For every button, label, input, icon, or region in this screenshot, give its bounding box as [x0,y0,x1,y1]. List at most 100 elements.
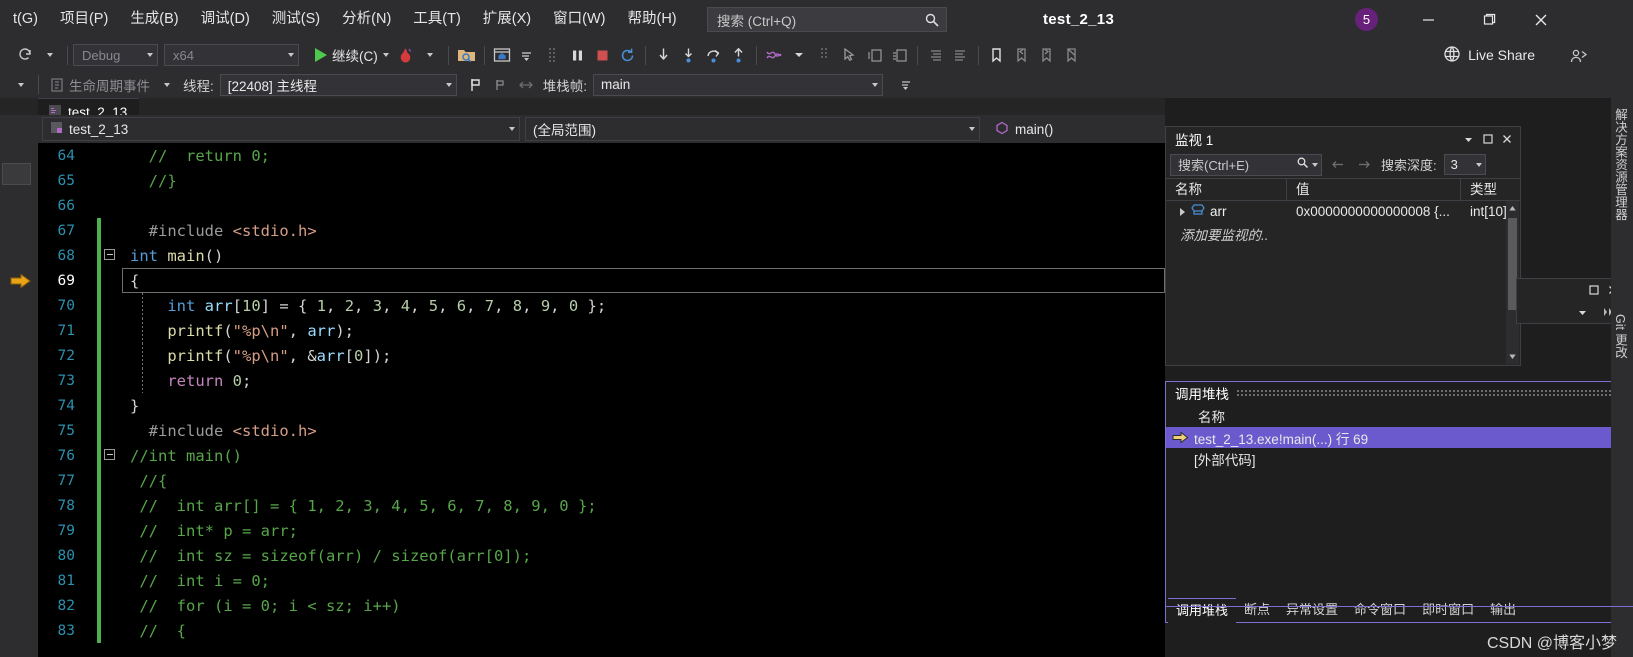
watch-row[interactable]: arr 0x0000000000000008 {... int[10] [1166,201,1520,223]
code-line[interactable]: 74} [38,393,1165,418]
menu-item-2[interactable]: 生成(B) [119,0,189,39]
menu-item-4[interactable]: 测试(S) [261,0,331,39]
snippet-icon[interactable] [862,43,887,67]
indent-icon[interactable] [923,43,948,67]
close-button[interactable] [1518,0,1564,39]
stackframe-combo[interactable]: main [593,73,884,96]
code-line[interactable]: 68 int main() [38,243,1165,268]
code-line[interactable]: 73 return 0; [38,368,1165,393]
fold-collapse-icon[interactable] [104,449,115,460]
navbar-member-combo[interactable]: main() [985,121,1053,138]
code-line[interactable]: 67 #include <stdio.h> [38,218,1165,243]
link-icon[interactable] [514,73,539,97]
menu-item-8[interactable]: 窗口(W) [542,0,616,39]
step-into-icon[interactable] [651,43,676,67]
watch-panel-close-button[interactable] [1497,130,1516,149]
global-search-input[interactable]: 搜索 (Ctrl+Q) [707,7,947,32]
bookmark-prev-icon[interactable] [1009,43,1034,67]
watch-search-input[interactable]: 搜索(Ctrl+E) [1170,153,1322,176]
platform-combo[interactable]: x64 [164,44,299,66]
threads-dropdown[interactable] [787,43,812,67]
floating-dropdown-button[interactable] [1573,303,1592,322]
folder-search-icon[interactable] [454,43,479,67]
hot-reload-flame-icon[interactable] [393,43,418,67]
code-line[interactable]: 82 // for (i = 0; i < sz; i++) [38,593,1165,618]
bottom-tab-5[interactable]: 输出 [1482,598,1524,622]
watch-row-name-cell[interactable]: arr [1166,201,1287,223]
code-line[interactable]: 77 //{ [38,468,1165,493]
flag-icon[interactable] [464,73,489,97]
flag-small-icon[interactable] [489,73,514,97]
floating-maximize-button[interactable] [1584,281,1603,300]
watch-search-next-button[interactable] [1355,155,1374,174]
bottom-tab-0[interactable]: 调用堆栈 [1168,597,1237,623]
pause-icon[interactable] [565,43,590,67]
search-depth-combo[interactable]: 3 [1443,154,1486,175]
notification-badge[interactable]: 5 [1355,8,1378,31]
code-line[interactable]: 80 // int sz = sizeof(arr) / sizeof(arr[… [38,543,1165,568]
code-line[interactable]: 65 //} [38,168,1165,193]
call-stack-column-name[interactable]: 名称 [1166,404,1632,427]
minimize-button[interactable] [1405,0,1451,39]
scroll-down-icon[interactable] [1506,349,1519,364]
step-up-icon[interactable] [726,43,751,67]
lifecycle-dropdown[interactable] [154,73,179,97]
call-stack-row-external[interactable]: [外部代码] [1166,448,1632,469]
menu-item-1[interactable]: 项目(P) [49,0,119,39]
thread-combo[interactable]: [22408] 主线程 [219,73,457,96]
stop-square-icon[interactable] [590,43,615,67]
debug-toolbar-overflow[interactable] [8,73,33,97]
bottom-tab-3[interactable]: 命令窗口 [1346,598,1414,622]
vertical-tab-git-changes[interactable]: Git 更改 [1611,306,1633,366]
bottom-tab-4[interactable]: 即时窗口 [1414,598,1482,622]
continue-button[interactable]: 继续(C) [309,43,393,67]
live-share-button[interactable]: Live Share [1443,43,1535,67]
bookmark-next-icon[interactable] [1034,43,1059,67]
watch-row-value[interactable]: 0x0000000000000008 {... [1287,201,1461,223]
pointer-icon[interactable] [837,43,862,67]
code-lines-container[interactable]: 64 // return 0; 65 //} 66 67 #include <stdi… [10,143,1165,657]
window-layout-dropdown[interactable] [515,43,540,67]
bookmark-clear-icon[interactable] [1059,43,1084,67]
menu-item-9[interactable]: 帮助(H) [616,0,687,39]
watch-column-name[interactable]: 名称 [1166,178,1287,201]
code-line[interactable]: 71 printf("%p\n", arr); [38,318,1165,343]
threads-icon[interactable] [762,43,787,67]
drag-handle-dots[interactable] [1237,390,1632,396]
step-over-icon[interactable] [676,43,701,67]
code-editor[interactable]: 64 // return 0; 65 //} 66 67 #include <stdi… [0,143,1165,657]
bookmark-icon[interactable] [984,43,1009,67]
fold-collapse-icon[interactable] [104,249,115,260]
hot-reload-dropdown[interactable] [418,43,443,67]
code-line[interactable]: 83 // { [38,618,1165,643]
watch-add-row[interactable]: 添加要监视的.. [1166,223,1520,245]
code-line[interactable]: 81 // int i = 0; [38,568,1165,593]
code-line[interactable]: 69{ [10,268,1165,293]
maximize-button[interactable] [1466,0,1512,39]
code-line[interactable]: 75 #include <stdio.h> [38,418,1165,443]
code-line[interactable]: 79 // int* p = arr; [38,518,1165,543]
code-line[interactable]: 72 printf("%p\n", &arr[0]); [38,343,1165,368]
watch-panel-menu-button[interactable] [1459,130,1478,149]
code-line[interactable]: 64 // return 0; [38,143,1165,168]
live-share-panel-icon[interactable] [1566,44,1591,68]
step-out-icon[interactable] [701,43,726,67]
code-line[interactable]: 76 //int main() [38,443,1165,468]
indent-block-icon[interactable] [887,43,912,67]
menu-item-0[interactable]: t(G) [2,0,49,39]
watch-column-type[interactable]: 类型 [1461,178,1520,201]
bottom-tab-1[interactable]: 断点 [1236,598,1278,622]
vertical-tab-solution-explorer[interactable]: 解决方案资源管理器 [1611,100,1633,229]
expand-chevron-icon[interactable] [1180,208,1185,216]
watch-column-value[interactable]: 值 [1287,178,1461,201]
outdent-icon[interactable] [948,43,973,67]
debugbar-overflow-button[interactable] [893,73,918,97]
navbar-scope-combo[interactable]: (全局范围) [525,117,980,141]
restart-circle-icon[interactable] [615,43,640,67]
watch-panel-maximize-button[interactable] [1478,130,1497,149]
menu-item-3[interactable]: 调试(D) [190,0,261,39]
menu-item-5[interactable]: 分析(N) [331,0,402,39]
menu-item-7[interactable]: 扩展(X) [472,0,542,39]
bottom-tab-2[interactable]: 异常设置 [1278,598,1346,622]
chevron-down-icon[interactable] [1312,162,1318,167]
